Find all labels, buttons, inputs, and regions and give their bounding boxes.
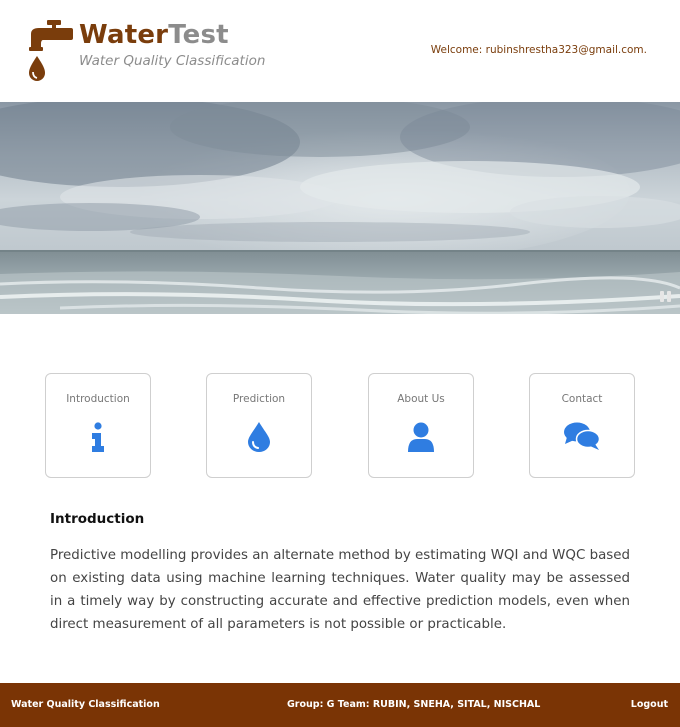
section-body-text: Predictive modelling provides an alterna… [50, 548, 630, 632]
footer: Water Quality Classification Group: G Te… [0, 683, 680, 727]
header: WaterTest Water Quality Classification W… [0, 0, 680, 102]
logout-link[interactable]: Logout [631, 699, 668, 710]
brand-title: WaterTest [79, 20, 229, 50]
nav-card-about-us[interactable]: About Us [368, 373, 474, 478]
nav-card-introduction[interactable]: Introduction [45, 373, 151, 478]
hero-slideshow [0, 102, 680, 314]
faucet-logo-icon [29, 20, 73, 81]
nav-card-contact[interactable]: Contact [529, 373, 635, 478]
brand-tagline: Water Quality Classification [79, 53, 266, 69]
info-icon [92, 422, 104, 452]
footer-group-members: Group: G Team: RUBIN, SNEHA, SITAL, NISC… [287, 699, 541, 710]
nav-card-label: About Us [397, 393, 445, 405]
nav-card-label: Contact [561, 393, 603, 405]
footer-app-name: Water Quality Classification [11, 699, 160, 710]
nav-card-label: Introduction [66, 393, 130, 405]
nav-card-prediction[interactable]: Prediction [206, 373, 312, 478]
water-drop-icon [248, 422, 270, 452]
nav-card-label: Prediction [232, 393, 286, 405]
hero-sea-image [0, 102, 680, 314]
welcome-text: Welcome: rubinshrestha323@gmail.com. [430, 44, 647, 56]
slideshow-pause-icon[interactable] [660, 291, 672, 302]
brand-part-1: Water [79, 20, 169, 50]
user-icon [408, 422, 434, 452]
section-title: Introduction [50, 511, 145, 527]
chat-icon [564, 422, 600, 450]
brand-part-2: Test [168, 20, 229, 50]
